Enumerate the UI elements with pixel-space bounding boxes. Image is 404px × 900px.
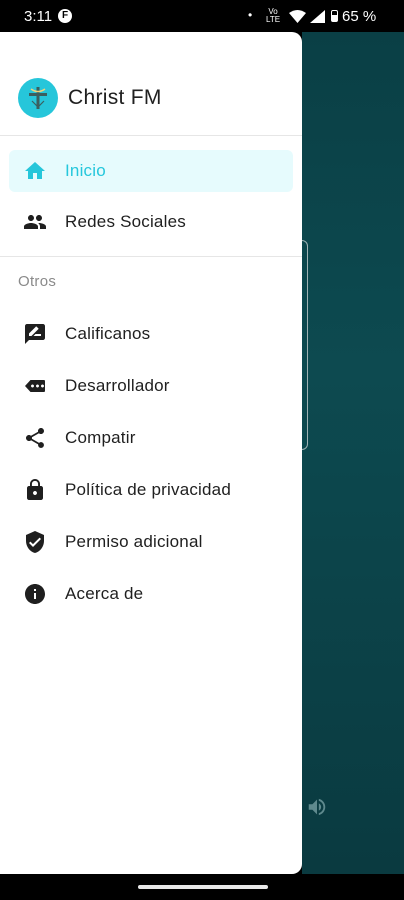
drawer-item-label: Desarrollador <box>65 376 170 395</box>
app-title: Christ FM <box>68 86 162 109</box>
system-nav-bar <box>0 874 404 900</box>
volume-icon <box>308 798 326 816</box>
drawer-item-label: Inicio <box>65 161 106 180</box>
drawer-item-permiso-adicional[interactable]: Permiso adicional <box>9 521 293 563</box>
drawer-item-label: Acerca de <box>65 584 144 603</box>
developer-tag-icon <box>25 380 45 392</box>
divider <box>0 256 302 257</box>
notification-dot-icon: • <box>248 8 253 22</box>
wifi-icon <box>289 10 306 23</box>
drawer-item-compatir[interactable]: Compatir <box>9 417 293 459</box>
drawer-item-label: Calificanos <box>65 324 151 343</box>
drawer-item-label: Permiso adicional <box>65 532 203 551</box>
drawer-item-inicio[interactable]: Inicio <box>9 150 293 192</box>
drawer-item-desarrollador[interactable]: Desarrollador <box>9 365 293 407</box>
cell-signal-icon <box>310 10 325 23</box>
cross-logo-icon <box>29 87 47 109</box>
drawer-item-acerca-de[interactable]: Acerca de <box>9 573 293 615</box>
notification-app-icon: F <box>58 9 72 23</box>
app-logo <box>18 78 58 118</box>
background-player-screen <box>302 32 404 874</box>
info-icon <box>25 584 45 604</box>
drawer-item-label: Redes Sociales <box>65 212 186 231</box>
volte-icon: Vo LTE <box>266 7 281 24</box>
rate-review-icon <box>25 324 45 344</box>
drawer-header: Christ FM <box>0 32 302 135</box>
divider <box>0 135 302 136</box>
drawer-item-redes-sociales[interactable]: Redes Sociales <box>9 201 293 243</box>
verified-shield-icon <box>26 531 44 553</box>
drawer-item-label: Política de privacidad <box>65 480 231 499</box>
home-icon <box>25 162 45 179</box>
share-icon <box>26 428 44 448</box>
status-time: 3:11 <box>24 8 53 25</box>
status-bar: 3:11 F • Vo LTE 65 % <box>0 0 404 32</box>
lock-icon <box>27 479 43 500</box>
navigation-drawer: Christ FM Inicio Redes Sociales Otros Ca… <box>0 32 302 874</box>
drawer-item-calificanos[interactable]: Calificanos <box>9 313 293 355</box>
drawer-item-label: Compatir <box>65 428 136 447</box>
people-icon <box>24 215 46 229</box>
home-gesture-handle[interactable] <box>138 885 268 889</box>
drawer-item-politica-de-privacidad[interactable]: Política de privacidad <box>9 469 293 511</box>
battery-percent: 65 % <box>342 8 377 25</box>
battery-icon <box>331 10 338 22</box>
section-title-otros: Otros <box>18 273 57 290</box>
